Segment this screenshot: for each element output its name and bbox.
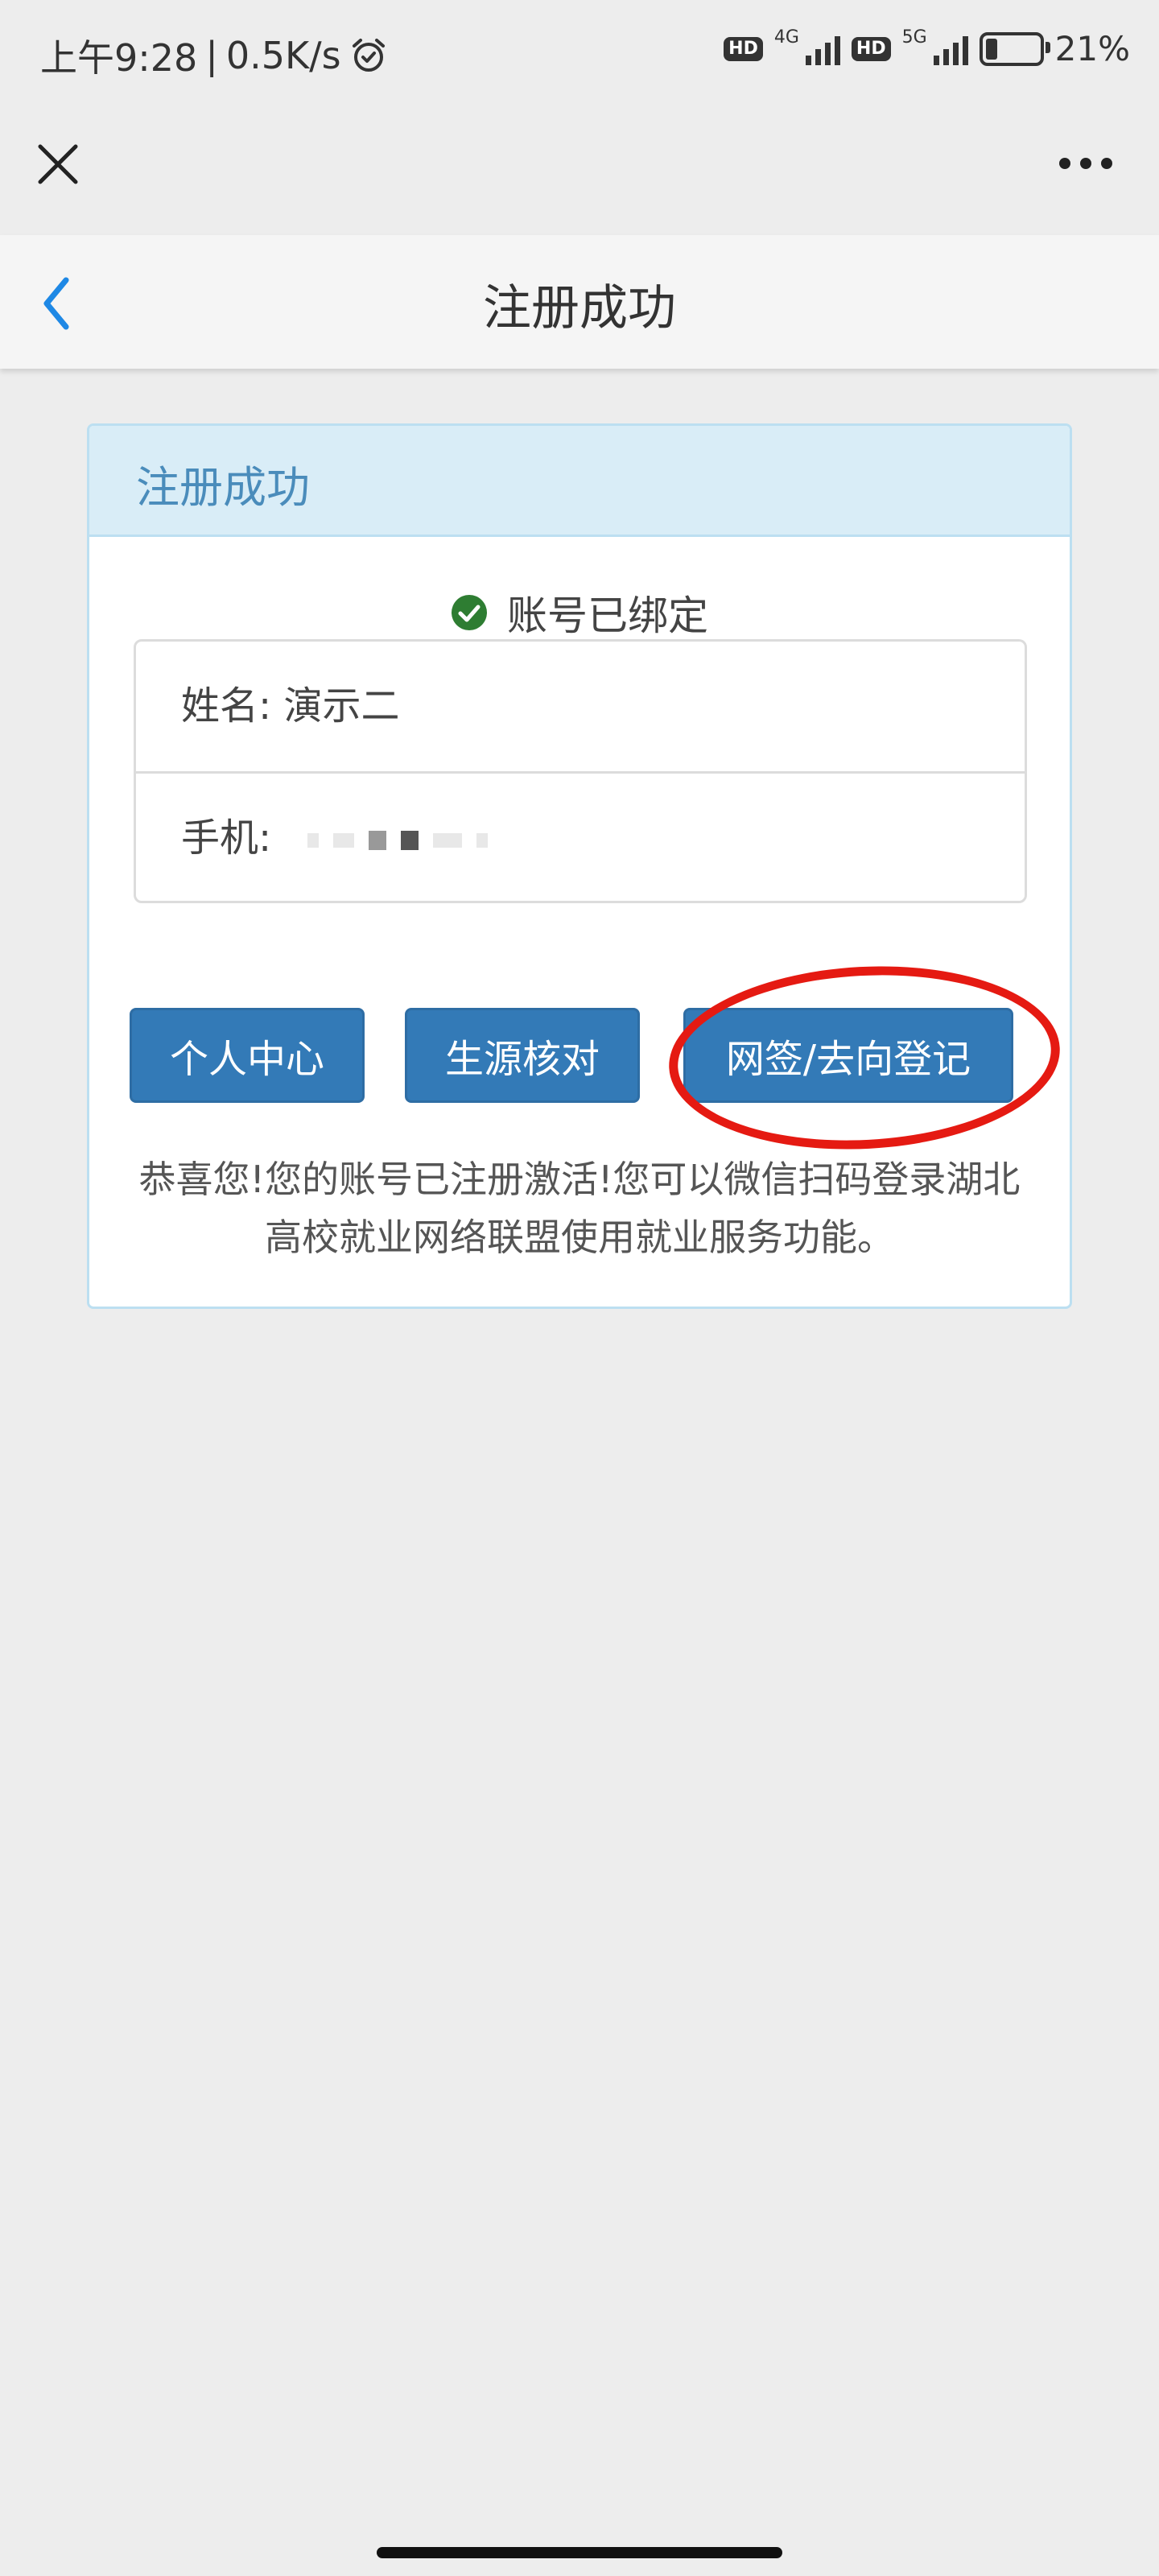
wechat-top-bar: [0, 105, 1159, 235]
sign-register-button[interactable]: 网签/去向登记: [683, 1008, 1013, 1103]
page-title: 注册成功: [483, 280, 676, 336]
phone-row: 手机:: [136, 771, 1025, 901]
panel-heading-text: 注册成功: [136, 462, 310, 513]
status-time: 上午9:28: [40, 36, 198, 80]
success-message: 恭喜您!您的账号已注册激活!您可以微信扫码登录湖北高校就业网络联盟使用就业服务功…: [138, 1158, 1021, 1259]
status-separator: |: [205, 34, 218, 77]
close-icon[interactable]: [35, 142, 80, 187]
hd-badge-2: HD: [851, 36, 891, 61]
bound-status: 账号已绑定: [89, 584, 1070, 642]
nav-bar: 注册成功: [0, 235, 1159, 369]
user-info-box: 姓名: 演示二 手机:: [134, 639, 1027, 903]
name-value: 演示二: [283, 683, 400, 729]
status-bar: 上午9:28 | 0.5K/s HD 4G HD 5G 21%: [0, 0, 1159, 105]
name-label: 姓名:: [181, 683, 272, 729]
phone-value-masked: [307, 831, 489, 850]
verify-source-button[interactable]: 生源核对: [405, 1008, 640, 1103]
network-type-2: 5G: [901, 27, 927, 47]
signal-icon-2: [933, 33, 968, 65]
network-type-1: 4G: [773, 27, 799, 47]
network-speed: 0.5K/s: [225, 34, 341, 77]
home-indicator[interactable]: [377, 2547, 782, 2558]
bound-status-text: 账号已绑定: [507, 592, 708, 639]
name-row: 姓名: 演示二: [136, 642, 1025, 771]
alarm-clock-icon: [352, 39, 385, 72]
more-icon[interactable]: [1059, 158, 1112, 169]
hd-badge-1: HD: [724, 36, 763, 61]
signal-icon-1: [805, 33, 840, 65]
battery-level: 21%: [1054, 29, 1130, 68]
phone-label: 手机:: [181, 815, 272, 861]
success-panel: 注册成功 账号已绑定 姓名: 演示二 手机: 个人中心 生源核对 网签/去向登记…: [87, 423, 1072, 1309]
personal-center-button[interactable]: 个人中心: [130, 1008, 365, 1103]
status-right: HD 4G HD 5G 21%: [724, 27, 1130, 68]
panel-heading: 注册成功: [89, 426, 1070, 537]
battery-icon: [979, 31, 1050, 66]
check-circle-icon: [452, 595, 487, 630]
status-left: 上午9:28 | 0.5K/s: [40, 29, 388, 82]
